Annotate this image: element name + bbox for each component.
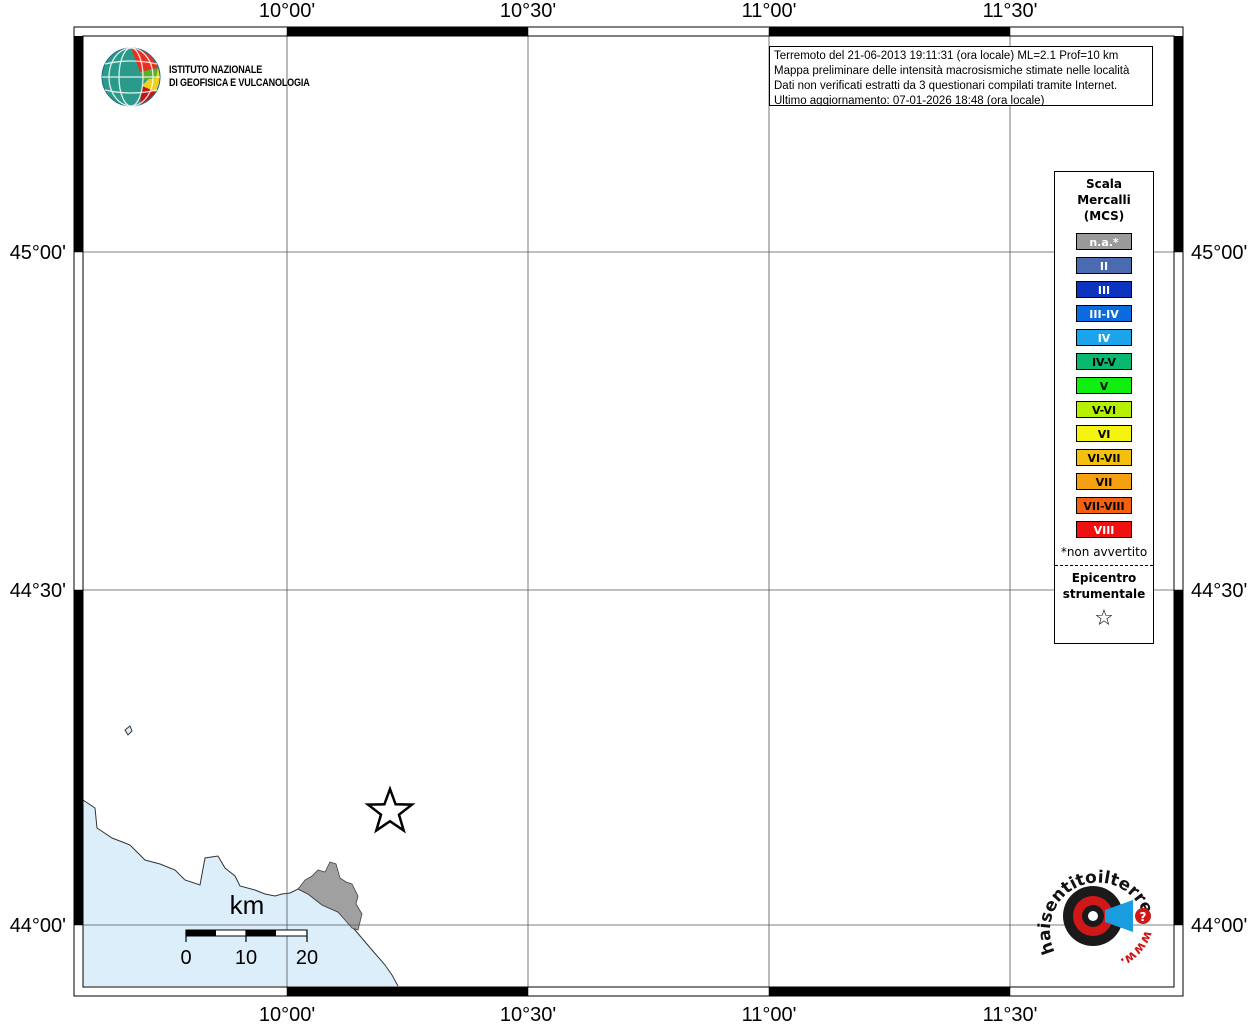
legend-item-iii: III [1076, 281, 1132, 298]
target-center [1088, 911, 1098, 921]
event-info-box: Terremoto del 21-06-2013 19:11:31 (ora l… [769, 46, 1153, 106]
legend-items: n.a.* II III III-IV IV IV-V V V-VI VI VI-VII VII VI… [1055, 233, 1153, 538]
ingv-name-line2: DI GEOFISICA E VULCANOLOGIA [169, 77, 310, 89]
map-frame [73, 26, 1184, 997]
lon-label-top-1: 10°30' [500, 0, 556, 22]
legend-item-iv: IV [1076, 329, 1132, 346]
lon-label-bottom-1: 10°30' [500, 1004, 556, 1024]
legend-item-iv-v: IV-V [1076, 353, 1132, 370]
legend-title-2: Mercalli [1077, 193, 1131, 207]
frame-bars [74, 27, 1183, 996]
legend-item-n-a: n.a.* [1076, 233, 1132, 250]
legend-separator [1055, 565, 1153, 566]
scale-tick-0: 0 [180, 947, 191, 969]
island [124, 725, 133, 736]
haisentito-url-path: www. [1118, 929, 1156, 970]
legend-note: *non avvertito [1060, 545, 1148, 559]
legend-star-icon: ☆ [1094, 606, 1114, 631]
legend-title-1: Scala [1085, 177, 1123, 191]
event-info-line4: Ultimo aggiornamento: 07-01-2026 18:48 (… [774, 95, 1045, 106]
lon-label-bottom-2: 11°00' [742, 1004, 797, 1024]
haisentito-logo: haisentitoilterremoto.it www. ? [1033, 852, 1157, 970]
lon-label-top-2: 11°00' [742, 0, 797, 22]
legend-item-vii: VII [1076, 473, 1132, 490]
legend-item-vi: VI [1076, 425, 1132, 442]
legend-item-vii-viii: VII-VIII [1076, 497, 1132, 514]
ingv-name-line1: ISTITUTO NAZIONALE [169, 64, 263, 76]
legend-item-ii: II [1076, 257, 1132, 274]
legend-title-3: (MCS) [1083, 209, 1125, 223]
legend-item-v-vi: V-VI [1076, 401, 1132, 418]
legend-epicenter-2: strumentale [1062, 587, 1146, 601]
legend-item-viii: VIII [1076, 521, 1132, 538]
lon-label-bottom-3: 11°30' [983, 1004, 1038, 1024]
intensity-legend: Scala Mercalli (MCS) n.a.* II III III-IV IV I… [1054, 171, 1154, 644]
lat-label-right-2: 44°00' [1191, 915, 1247, 937]
legend-item-vi-vii: VI-VII [1076, 449, 1132, 466]
ingv-logo: ISTITUTO NAZIONALE DI GEOFISICA E VULCAN… [100, 46, 310, 110]
legend-epicenter-1: Epicentro [1071, 571, 1137, 585]
lat-label-left-2: 44°00' [10, 915, 66, 937]
haisentito-url: www. [1118, 929, 1156, 970]
event-info-line3: Dati non verificati estratti da 3 questi… [774, 80, 1118, 92]
scale-tick-20: 20 [296, 947, 318, 969]
grid-lines [74, 28, 1183, 996]
scale-bar-unit: km [230, 890, 265, 920]
lon-label-bottom-0: 10°00' [259, 1004, 315, 1024]
lon-label-top-3: 11°30' [983, 0, 1038, 22]
legend-item-iii-iv: III-IV [1076, 305, 1132, 322]
legend-item-v: V [1076, 377, 1132, 394]
lat-label-right-0: 45°00' [1191, 242, 1247, 264]
lon-label-top-0: 10°00' [259, 0, 315, 22]
event-info-line1: Terremoto del 21-06-2013 19:11:31 (ora l… [774, 50, 1119, 62]
event-info-line2: Mappa preliminare delle intensità macros… [774, 65, 1130, 77]
epicenter-star-icon [364, 785, 416, 834]
lat-label-left-0: 45°00' [10, 242, 66, 264]
ingv-globe-icon [101, 47, 161, 107]
lat-label-left-1: 44°30' [10, 580, 66, 602]
question-icon: ? [1140, 910, 1147, 924]
scale-tick-10: 10 [235, 947, 257, 969]
lat-label-right-1: 44°30' [1191, 580, 1247, 602]
